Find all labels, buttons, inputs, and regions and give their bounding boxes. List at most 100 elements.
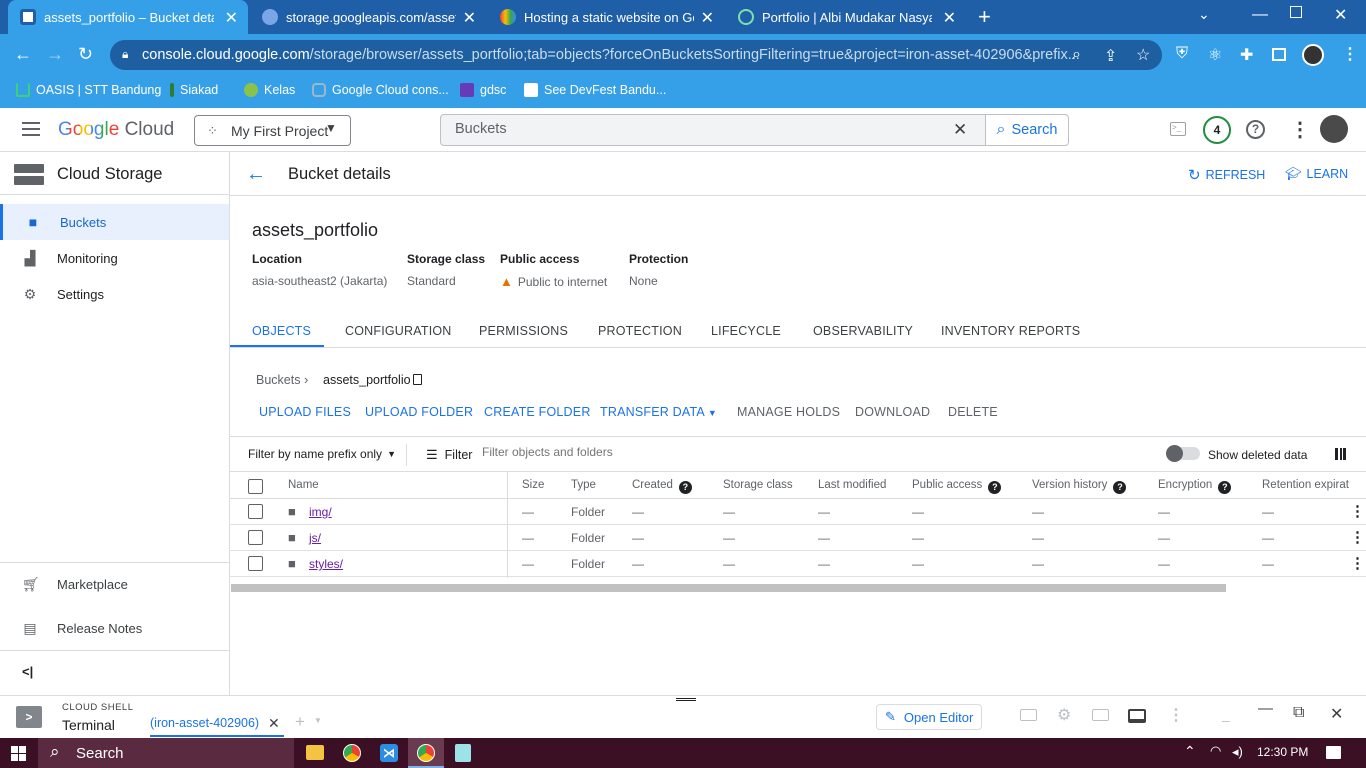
row-checkbox[interactable] [248, 530, 263, 545]
collapse-sidebar-icon[interactable]: <| [22, 664, 33, 679]
wifi-icon[interactable]: ◠ [1210, 743, 1221, 759]
file-explorer-icon[interactable] [306, 745, 324, 760]
browser-tab-3[interactable]: Hosting a static website on Goo ✕ [488, 0, 724, 34]
window-close-icon[interactable]: ✕ [1334, 5, 1347, 25]
open-editor-button[interactable]: ✎ Open Editor [876, 704, 982, 730]
sidebar-item-settings[interactable]: ⚙ Settings [0, 276, 229, 312]
transfer-data-button[interactable]: TRANSFER DATA ▼ [600, 405, 717, 419]
browser-tab-4[interactable]: Portfolio | Albi Mudakar Nasyabi ✕ [726, 0, 966, 34]
column-header-last-modified[interactable]: Last modified [818, 479, 886, 491]
speaker-icon[interactable]: ◂) [1232, 744, 1243, 760]
project-picker[interactable]: ⁘ My First Project ▼ [194, 115, 351, 146]
select-all-checkbox[interactable] [248, 479, 263, 494]
close-icon[interactable]: ✕ [225, 8, 238, 28]
clock-text[interactable]: 12:30 PM [1257, 745, 1308, 759]
manage-holds-button[interactable]: MANAGE HOLDS [737, 405, 840, 419]
tab-configuration[interactable]: CONFIGURATION [345, 324, 452, 338]
column-header-storage-class[interactable]: Storage class [723, 479, 793, 491]
sidebar-item-monitoring[interactable]: ▟ Monitoring [0, 240, 229, 276]
chevron-down-icon[interactable]: ⌄ [1198, 6, 1210, 23]
column-header-public-access[interactable]: Public access? [912, 479, 1002, 494]
column-header-retention[interactable]: Retention expirat [1262, 479, 1366, 491]
refresh-button[interactable]: ↻ REFRESH [1188, 166, 1265, 184]
column-header-type[interactable]: Type [571, 479, 596, 491]
google-cloud-logo[interactable]: Google Cloud [58, 119, 174, 141]
forward-icon[interactable]: → [46, 44, 64, 65]
minimize-shell-icon[interactable]: _ [1222, 706, 1230, 722]
sidebar-item-marketplace[interactable]: 🛒︎ Marketplace [0, 566, 229, 602]
restore-shell-icon[interactable]: — [1258, 700, 1273, 717]
row-checkbox[interactable] [248, 504, 263, 519]
chevron-up-icon[interactable]: ⌃ [1184, 743, 1196, 760]
bookmark-item[interactable]: Siakad [170, 83, 218, 97]
bookmark-item[interactable]: Kelas [244, 83, 295, 97]
chrome-icon[interactable] [343, 744, 361, 762]
copy-icon[interactable] [413, 374, 422, 385]
tab-permissions[interactable]: PERMISSIONS [479, 324, 568, 338]
notification-center-icon[interactable] [1326, 746, 1341, 759]
sidebar-item-release-notes[interactable]: ▤ Release Notes [0, 610, 229, 646]
tab-inventory-reports[interactable]: INVENTORY REPORTS [941, 324, 1080, 338]
table-row[interactable]: ■ styles/ — Folder — — — — — — — ⋮ [230, 551, 1366, 577]
column-header-name[interactable]: Name [288, 479, 319, 491]
open-new-window-icon[interactable]: ⧉ [1293, 704, 1304, 722]
filter-button[interactable]: ☰ Filter [426, 447, 472, 463]
column-header-version-history[interactable]: Version history? [1032, 479, 1127, 494]
create-folder-button[interactable]: CREATE FOLDER [484, 405, 591, 419]
bookmark-item[interactable]: See DevFest Bandu... [524, 83, 666, 97]
close-icon[interactable]: ✕ [701, 8, 714, 28]
tab-protection[interactable]: PROTECTION [598, 324, 682, 338]
react-extension-icon[interactable]: ⚛ [1208, 45, 1222, 65]
object-name-link[interactable]: img/ [309, 505, 332, 519]
help-icon[interactable]: ? [678, 481, 692, 494]
bookmark-item[interactable]: Google Cloud cons... [312, 83, 449, 97]
back-arrow-icon[interactable]: ← [246, 163, 266, 186]
object-name-link[interactable]: js/ [309, 531, 321, 545]
object-name-link[interactable]: styles/ [309, 557, 343, 571]
hamburger-menu-icon[interactable] [22, 122, 40, 136]
close-icon[interactable]: ✕ [463, 8, 476, 28]
menu-dots-icon[interactable]: ⋮ [1342, 44, 1358, 64]
share-icon[interactable]: ⇪ [1104, 46, 1117, 66]
column-header-size[interactable]: Size [522, 479, 544, 491]
help-icon[interactable]: ? [1218, 481, 1232, 494]
add-tab-icon[interactable]: + [295, 712, 305, 732]
profile-avatar[interactable] [1302, 44, 1324, 66]
close-tab-icon[interactable]: ✕ [268, 715, 280, 732]
web-preview-icon[interactable] [1092, 709, 1109, 721]
more-vert-icon[interactable]: ⋮ [1290, 117, 1310, 142]
search-input[interactable] [455, 121, 935, 137]
breadcrumb-buckets[interactable]: Buckets [256, 373, 300, 387]
more-vert-icon[interactable]: ⋮ [1350, 528, 1365, 546]
extension-shield-icon[interactable]: ⛨ [1176, 45, 1188, 63]
zoom-icon[interactable]: ⌕ [1072, 46, 1081, 64]
table-row[interactable]: ■ img/ — Folder — — — — — — — ⋮ [230, 499, 1366, 525]
search-button[interactable]: ⌕ Search [985, 114, 1069, 146]
back-icon[interactable]: ← [14, 44, 32, 65]
cloud-shell-icon[interactable]: >_ [1170, 122, 1186, 136]
clear-search-icon[interactable]: ✕ [953, 120, 967, 140]
notifications-badge[interactable]: 4 [1203, 116, 1231, 144]
account-avatar[interactable] [1320, 115, 1348, 143]
filter-mode-select[interactable]: Filter by name prefix only ▼ [248, 447, 396, 461]
close-icon[interactable]: ✕ [943, 8, 956, 28]
horizontal-scrollbar[interactable] [231, 584, 1226, 592]
gear-icon[interactable]: ⚙ [1057, 705, 1071, 725]
table-row[interactable]: ■ js/ — Folder — — — — — — — ⋮ [230, 525, 1366, 551]
delete-button[interactable]: DELETE [948, 405, 998, 419]
reload-icon[interactable]: ↻ [78, 44, 93, 65]
more-vert-icon[interactable]: ⋮ [1350, 554, 1365, 572]
browser-tab-2[interactable]: storage.googleapis.com/assets_p ✕ [250, 0, 486, 34]
taskbar-search[interactable]: ⌕ Search [38, 738, 294, 768]
upload-files-button[interactable]: UPLOAD FILES [259, 405, 351, 419]
chrome-active-taskbar-button[interactable] [408, 738, 444, 768]
filter-input[interactable] [482, 445, 882, 459]
browser-tab-1[interactable]: assets_portfolio – Bucket details ✕ [8, 0, 248, 34]
column-header-encryption[interactable]: Encryption? [1158, 479, 1232, 494]
upload-folder-button[interactable]: UPLOAD FOLDER [365, 405, 473, 419]
shell-tab[interactable]: (iron-asset-402906) [150, 716, 259, 730]
help-icon[interactable]: ? [1246, 120, 1265, 139]
maximize-icon[interactable] [1290, 6, 1302, 18]
column-header-created[interactable]: Created? [632, 479, 692, 494]
drag-handle[interactable] [676, 698, 696, 701]
